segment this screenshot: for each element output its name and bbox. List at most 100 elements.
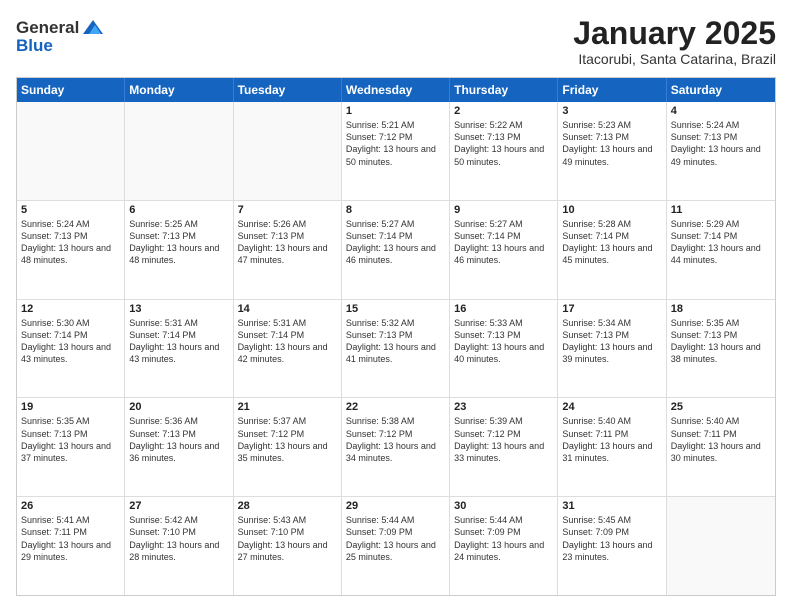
logo: General Blue <box>16 16 105 56</box>
day-number: 20 <box>129 401 228 413</box>
cal-cell-2-6: 10Sunrise: 5:28 AMSunset: 7:14 PMDayligh… <box>558 201 666 299</box>
day-number: 17 <box>562 303 661 315</box>
cal-cell-1-7: 4Sunrise: 5:24 AMSunset: 7:13 PMDaylight… <box>667 102 775 200</box>
cal-cell-5-4: 29 Sunrise: 5:44 AMSunset: 7:09 PMDayligh… <box>342 497 450 595</box>
cal-cell-3-6: 17 Sunrise: 5:34 AMSunset: 7:13 PMDayligh… <box>558 300 666 398</box>
day-number: 13 <box>129 303 228 315</box>
cell-info: Sunrise: 5:33 AMSunset: 7:13 PMDaylight:… <box>454 317 553 366</box>
day-number: 30 <box>454 500 553 512</box>
day-number: 25 <box>671 401 771 413</box>
day-number: 3 <box>562 105 661 117</box>
header-day-monday: Monday <box>125 78 233 102</box>
header-day-tuesday: Tuesday <box>234 78 342 102</box>
cal-cell-5-5: 30 Sunrise: 5:44 AMSunset: 7:09 PMDayligh… <box>450 497 558 595</box>
cal-cell-5-6: 31 Sunrise: 5:45 AMSunset: 7:09 PMDayligh… <box>558 497 666 595</box>
cell-info: Sunrise: 5:25 AMSunset: 7:13 PMDaylight:… <box>129 218 228 267</box>
day-number: 15 <box>346 303 445 315</box>
cal-cell-2-1: 5 Sunrise: 5:24 AMSunset: 7:13 PMDaylight… <box>17 201 125 299</box>
week-row-4: 19Sunrise: 5:35 AMSunset: 7:13 PMDayligh… <box>17 398 775 497</box>
day-number: 23 <box>454 401 553 413</box>
cal-cell-1-3 <box>234 102 342 200</box>
cell-info: Sunrise: 5:31 AMSunset: 7:14 PMDaylight:… <box>238 317 337 366</box>
week-row-5: 26 Sunrise: 5:41 AMSunset: 7:11 PMDayligh… <box>17 497 775 595</box>
cell-info: Sunrise: 5:30 AMSunset: 7:14 PMDaylight:… <box>21 317 120 366</box>
cal-cell-2-4: 8 Sunrise: 5:27 AMSunset: 7:14 PMDaylight… <box>342 201 450 299</box>
day-number: 16 <box>454 303 553 315</box>
cell-info: Sunrise: 5:39 AMSunset: 7:12 PMDaylight:… <box>454 415 553 464</box>
cell-info: Sunrise: 5:24 AMSunset: 7:13 PMDaylight:… <box>21 218 120 267</box>
day-number: 18 <box>671 303 771 315</box>
day-number: 4 <box>671 105 771 117</box>
cal-cell-4-2: 20 Sunrise: 5:36 AMSunset: 7:13 PMDayligh… <box>125 398 233 496</box>
cell-info: Sunrise: 5:29 AMSunset: 7:14 PMDaylight:… <box>671 218 771 267</box>
week-row-3: 12Sunrise: 5:30 AMSunset: 7:14 PMDayligh… <box>17 300 775 399</box>
day-number: 1 <box>346 105 445 117</box>
cal-cell-3-4: 15 Sunrise: 5:32 AMSunset: 7:13 PMDayligh… <box>342 300 450 398</box>
cal-cell-3-1: 12Sunrise: 5:30 AMSunset: 7:14 PMDayligh… <box>17 300 125 398</box>
location: Itacorubi, Santa Catarina, Brazil <box>573 51 776 67</box>
day-number: 31 <box>562 500 661 512</box>
cal-cell-3-7: 18 Sunrise: 5:35 AMSunset: 7:13 PMDayligh… <box>667 300 775 398</box>
cal-cell-3-2: 13 Sunrise: 5:31 AMSunset: 7:14 PMDayligh… <box>125 300 233 398</box>
day-number: 2 <box>454 105 553 117</box>
cell-info: Sunrise: 5:27 AMSunset: 7:14 PMDaylight:… <box>454 218 553 267</box>
cal-cell-1-2 <box>125 102 233 200</box>
cell-info: Sunrise: 5:21 AMSunset: 7:12 PMDaylight:… <box>346 119 445 168</box>
day-number: 21 <box>238 401 337 413</box>
day-number: 28 <box>238 500 337 512</box>
day-number: 22 <box>346 401 445 413</box>
cell-info: Sunrise: 5:40 AMSunset: 7:11 PMDaylight:… <box>562 415 661 464</box>
cell-info: Sunrise: 5:44 AMSunset: 7:09 PMDaylight:… <box>454 514 553 563</box>
day-number: 8 <box>346 204 445 216</box>
logo-icon <box>81 16 105 40</box>
cal-cell-1-6: 3 Sunrise: 5:23 AMSunset: 7:13 PMDaylight… <box>558 102 666 200</box>
calendar: SundayMondayTuesdayWednesdayThursdayFrid… <box>16 77 776 596</box>
cal-cell-3-3: 14Sunrise: 5:31 AMSunset: 7:14 PMDayligh… <box>234 300 342 398</box>
cell-info: Sunrise: 5:38 AMSunset: 7:12 PMDaylight:… <box>346 415 445 464</box>
cell-info: Sunrise: 5:23 AMSunset: 7:13 PMDaylight:… <box>562 119 661 168</box>
cal-cell-4-5: 23 Sunrise: 5:39 AMSunset: 7:12 PMDayligh… <box>450 398 558 496</box>
cal-cell-3-5: 16 Sunrise: 5:33 AMSunset: 7:13 PMDayligh… <box>450 300 558 398</box>
cal-cell-1-5: 2 Sunrise: 5:22 AMSunset: 7:13 PMDaylight… <box>450 102 558 200</box>
cell-info: Sunrise: 5:36 AMSunset: 7:13 PMDaylight:… <box>129 415 228 464</box>
cell-info: Sunrise: 5:41 AMSunset: 7:11 PMDaylight:… <box>21 514 120 563</box>
cal-cell-2-5: 9 Sunrise: 5:27 AMSunset: 7:14 PMDaylight… <box>450 201 558 299</box>
cell-info: Sunrise: 5:35 AMSunset: 7:13 PMDaylight:… <box>671 317 771 366</box>
day-number: 6 <box>129 204 228 216</box>
cell-info: Sunrise: 5:44 AMSunset: 7:09 PMDaylight:… <box>346 514 445 563</box>
header: General Blue January 2025 Itacorubi, San… <box>16 16 776 67</box>
cell-info: Sunrise: 5:45 AMSunset: 7:09 PMDaylight:… <box>562 514 661 563</box>
cell-info: Sunrise: 5:32 AMSunset: 7:13 PMDaylight:… <box>346 317 445 366</box>
cal-cell-1-4: 1 Sunrise: 5:21 AMSunset: 7:12 PMDaylight… <box>342 102 450 200</box>
day-number: 10 <box>562 204 661 216</box>
cal-cell-5-2: 27 Sunrise: 5:42 AMSunset: 7:10 PMDayligh… <box>125 497 233 595</box>
day-number: 29 <box>346 500 445 512</box>
calendar-body: 1 Sunrise: 5:21 AMSunset: 7:12 PMDaylight… <box>17 102 775 595</box>
cell-info: Sunrise: 5:34 AMSunset: 7:13 PMDaylight:… <box>562 317 661 366</box>
day-number: 5 <box>21 204 120 216</box>
cell-info: Sunrise: 5:35 AMSunset: 7:13 PMDaylight:… <box>21 415 120 464</box>
week-row-2: 5 Sunrise: 5:24 AMSunset: 7:13 PMDaylight… <box>17 201 775 300</box>
cell-info: Sunrise: 5:27 AMSunset: 7:14 PMDaylight:… <box>346 218 445 267</box>
day-number: 9 <box>454 204 553 216</box>
week-row-1: 1 Sunrise: 5:21 AMSunset: 7:12 PMDaylight… <box>17 102 775 201</box>
cal-cell-4-4: 22 Sunrise: 5:38 AMSunset: 7:12 PMDayligh… <box>342 398 450 496</box>
cal-cell-1-1 <box>17 102 125 200</box>
cal-cell-4-6: 24 Sunrise: 5:40 AMSunset: 7:11 PMDayligh… <box>558 398 666 496</box>
cal-cell-2-2: 6 Sunrise: 5:25 AMSunset: 7:13 PMDaylight… <box>125 201 233 299</box>
title-block: January 2025 Itacorubi, Santa Catarina, … <box>573 16 776 67</box>
cell-info: Sunrise: 5:37 AMSunset: 7:12 PMDaylight:… <box>238 415 337 464</box>
cell-info: Sunrise: 5:31 AMSunset: 7:14 PMDaylight:… <box>129 317 228 366</box>
month-title: January 2025 <box>573 16 776 51</box>
day-number: 27 <box>129 500 228 512</box>
cal-cell-4-3: 21 Sunrise: 5:37 AMSunset: 7:12 PMDayligh… <box>234 398 342 496</box>
cell-info: Sunrise: 5:22 AMSunset: 7:13 PMDaylight:… <box>454 119 553 168</box>
header-day-thursday: Thursday <box>450 78 558 102</box>
header-day-wednesday: Wednesday <box>342 78 450 102</box>
cell-info: Sunrise: 5:42 AMSunset: 7:10 PMDaylight:… <box>129 514 228 563</box>
logo-general-text: General <box>16 18 79 38</box>
day-number: 26 <box>21 500 120 512</box>
day-number: 24 <box>562 401 661 413</box>
header-day-saturday: Saturday <box>667 78 775 102</box>
cell-info: Sunrise: 5:26 AMSunset: 7:13 PMDaylight:… <box>238 218 337 267</box>
